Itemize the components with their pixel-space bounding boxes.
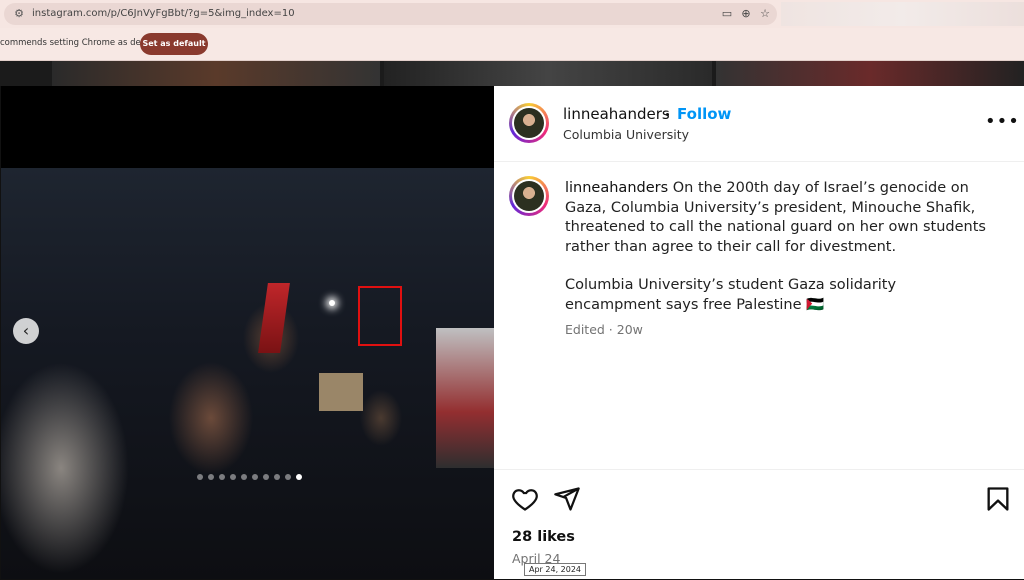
caption-avatar[interactable]: [509, 176, 549, 216]
default-browser-infobar: commends setting Chrome as default Set a…: [0, 28, 1024, 61]
site-info-icon[interactable]: ⚙: [12, 7, 26, 21]
post-header: linneahanders Follow Columbia University…: [494, 86, 1024, 162]
zoom-icon[interactable]: ⊕: [739, 7, 753, 21]
date-tooltip: Apr 24, 2024: [524, 563, 587, 576]
carousel-prev-button[interactable]: ‹: [13, 318, 39, 344]
avatar[interactable]: [509, 103, 549, 143]
star-icon[interactable]: ☆: [758, 7, 772, 21]
caption-text-2: Columbia University’s student Gaza solid…: [565, 277, 897, 313]
share-icon[interactable]: [553, 485, 581, 513]
post-caption: linneahanders On the 200th day of Israel…: [565, 179, 995, 315]
carousel-dot: [263, 474, 269, 480]
toolbar-extensions: [781, 2, 1024, 26]
background-tile: [384, 61, 712, 86]
cast-icon[interactable]: ▭: [720, 7, 734, 21]
post-photo: [1, 168, 494, 579]
browser-toolbar: ⚙ instagram.com/p/C6JnVyFgBbt/?g=5&img_i…: [0, 0, 1024, 28]
carousel-dot: [285, 474, 291, 480]
set-as-default-button[interactable]: Set as default: [140, 33, 208, 55]
carousel-dot: [274, 474, 280, 480]
protest-sign: [319, 373, 363, 411]
bookmark-icon[interactable]: [984, 485, 1012, 513]
post-media[interactable]: ‹: [1, 86, 494, 579]
post-location[interactable]: Columbia University: [563, 127, 689, 142]
carousel-dot: [219, 474, 225, 480]
background-tile: [716, 61, 1024, 86]
post-actions: 28 likes April 24 Apr 24, 2024: [494, 469, 1024, 580]
carousel-dot: [208, 474, 214, 480]
carousel-dot: [197, 474, 203, 480]
carousel-dot: [252, 474, 258, 480]
carousel-dot: [230, 474, 236, 480]
more-options-icon[interactable]: •••: [985, 113, 1020, 131]
caption-username[interactable]: linneahanders: [565, 180, 668, 196]
heart-icon[interactable]: [511, 485, 539, 513]
carousel-dot: [241, 474, 247, 480]
street-light: [329, 300, 335, 306]
infobar-text: commends setting Chrome as default: [0, 38, 161, 48]
carousel-dot: [296, 474, 302, 480]
flag-shape: [258, 283, 290, 353]
carousel-dots: [197, 474, 302, 480]
address-bar[interactable]: ⚙ instagram.com/p/C6JnVyFgBbt/?g=5&img_i…: [4, 3, 777, 25]
edited-timestamp: Edited · 20w: [565, 322, 643, 337]
protest-banner: [436, 328, 494, 468]
post-username[interactable]: linneahanders: [563, 105, 670, 123]
highlight-box: [358, 286, 402, 346]
follow-separator: [666, 113, 669, 116]
url-text[interactable]: instagram.com/p/C6JnVyFgBbt/?g=5&img_ind…: [32, 7, 295, 21]
background-tile: [52, 61, 380, 86]
likes-count[interactable]: 28 likes: [512, 529, 575, 545]
post-panel: linneahanders Follow Columbia University…: [494, 86, 1024, 579]
avatar-image: [514, 181, 544, 211]
avatar-image: [514, 108, 544, 138]
follow-button[interactable]: Follow: [677, 105, 731, 123]
